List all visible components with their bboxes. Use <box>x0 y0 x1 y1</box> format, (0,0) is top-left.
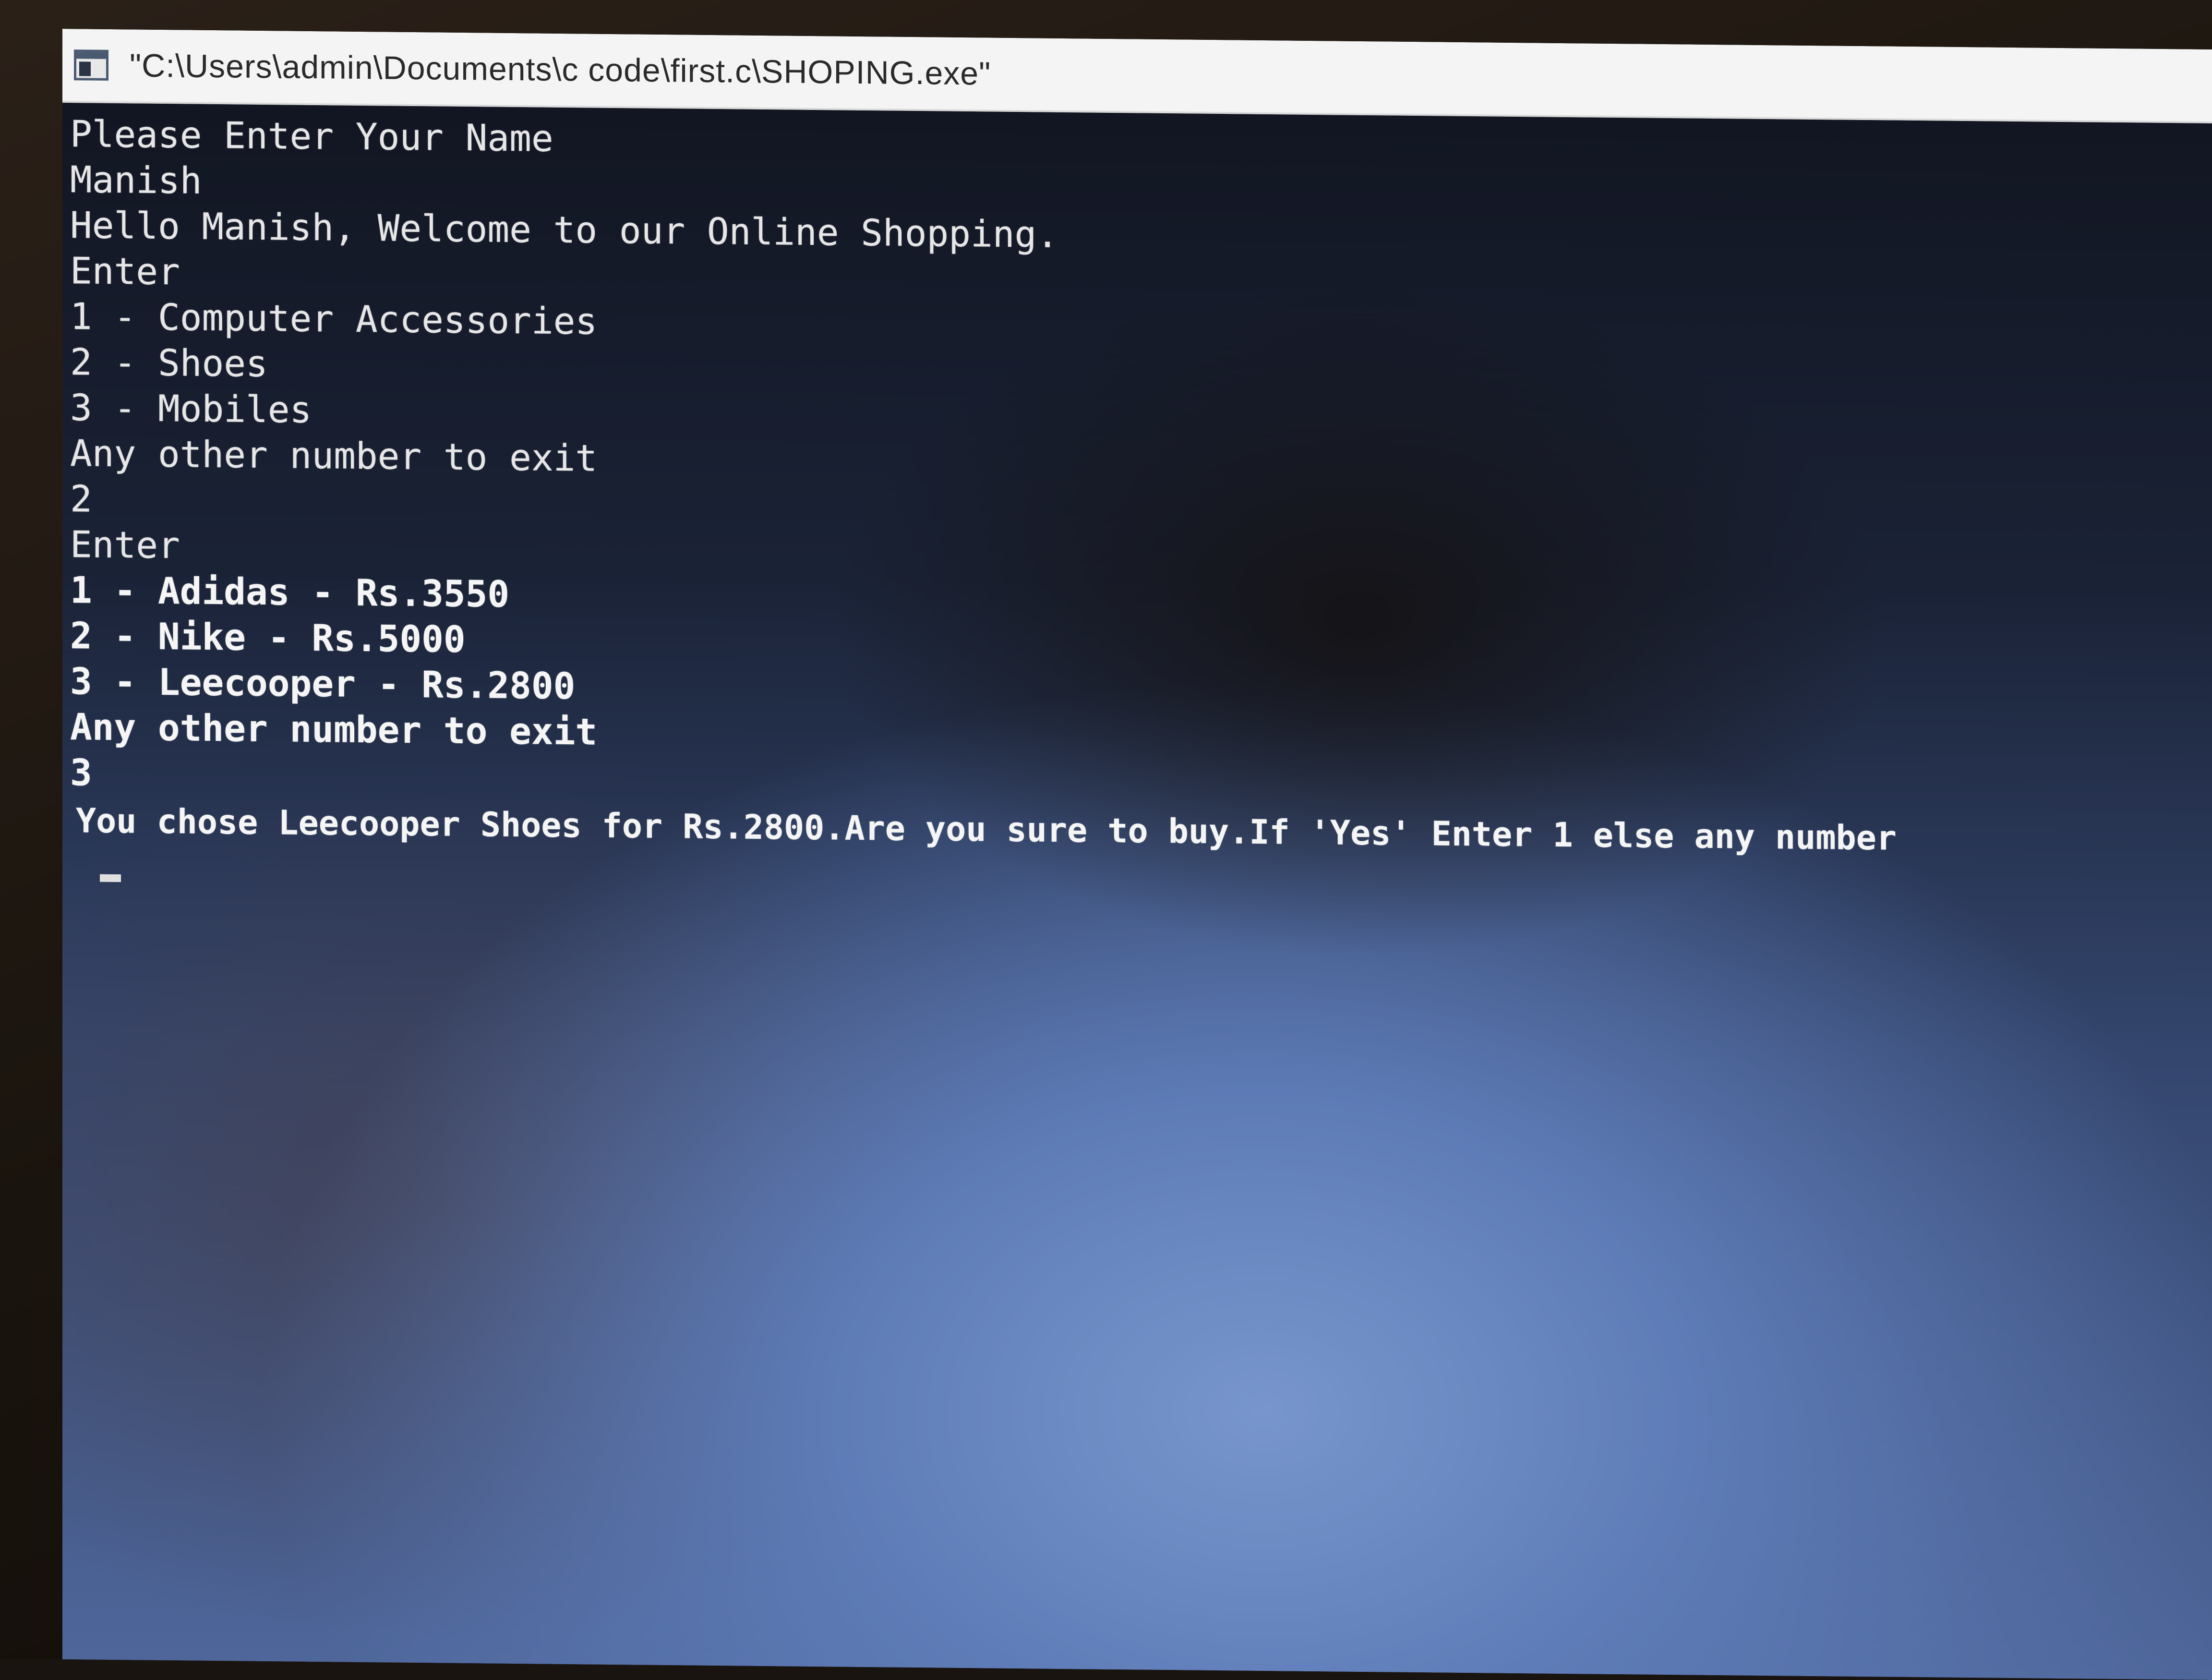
console-line: 2 - Shoes <box>70 340 268 386</box>
console-line: 3 - Leecooper - Rs.2800 <box>70 660 576 708</box>
console-line: Please Enter Your Name <box>70 112 553 160</box>
console-line: Enter <box>70 249 180 293</box>
text-cursor <box>100 874 121 882</box>
console-line: Hello Manish, Welcome to our Online Shop… <box>70 204 1059 256</box>
console-line: Any other number to exit <box>70 705 598 753</box>
console-line: 3 - Mobiles <box>70 386 312 431</box>
console-line-prompt: You chose Leecooper Shoes for Rs.2800.Ar… <box>76 801 1897 858</box>
console-output[interactable]: Please Enter Your Name Manish Hello Mani… <box>62 103 2212 1680</box>
console-app-icon <box>74 49 108 81</box>
console-line: Any other number to exit <box>70 432 598 480</box>
console-line: 1 - Computer Accessories <box>70 295 598 343</box>
window-title: "C:\Users\admin\Documents\c code\first.c… <box>130 47 991 92</box>
console-line: 3 <box>70 751 92 794</box>
console-line: 2 <box>70 477 92 520</box>
console-window: "C:\Users\admin\Documents\c code\first.c… <box>62 29 2212 1680</box>
console-line: 2 - Nike - Rs.5000 <box>70 614 466 661</box>
console-line: Manish <box>70 158 202 202</box>
console-line: 1 - Adidas - Rs.3550 <box>70 568 510 616</box>
console-line: Enter <box>70 523 180 567</box>
